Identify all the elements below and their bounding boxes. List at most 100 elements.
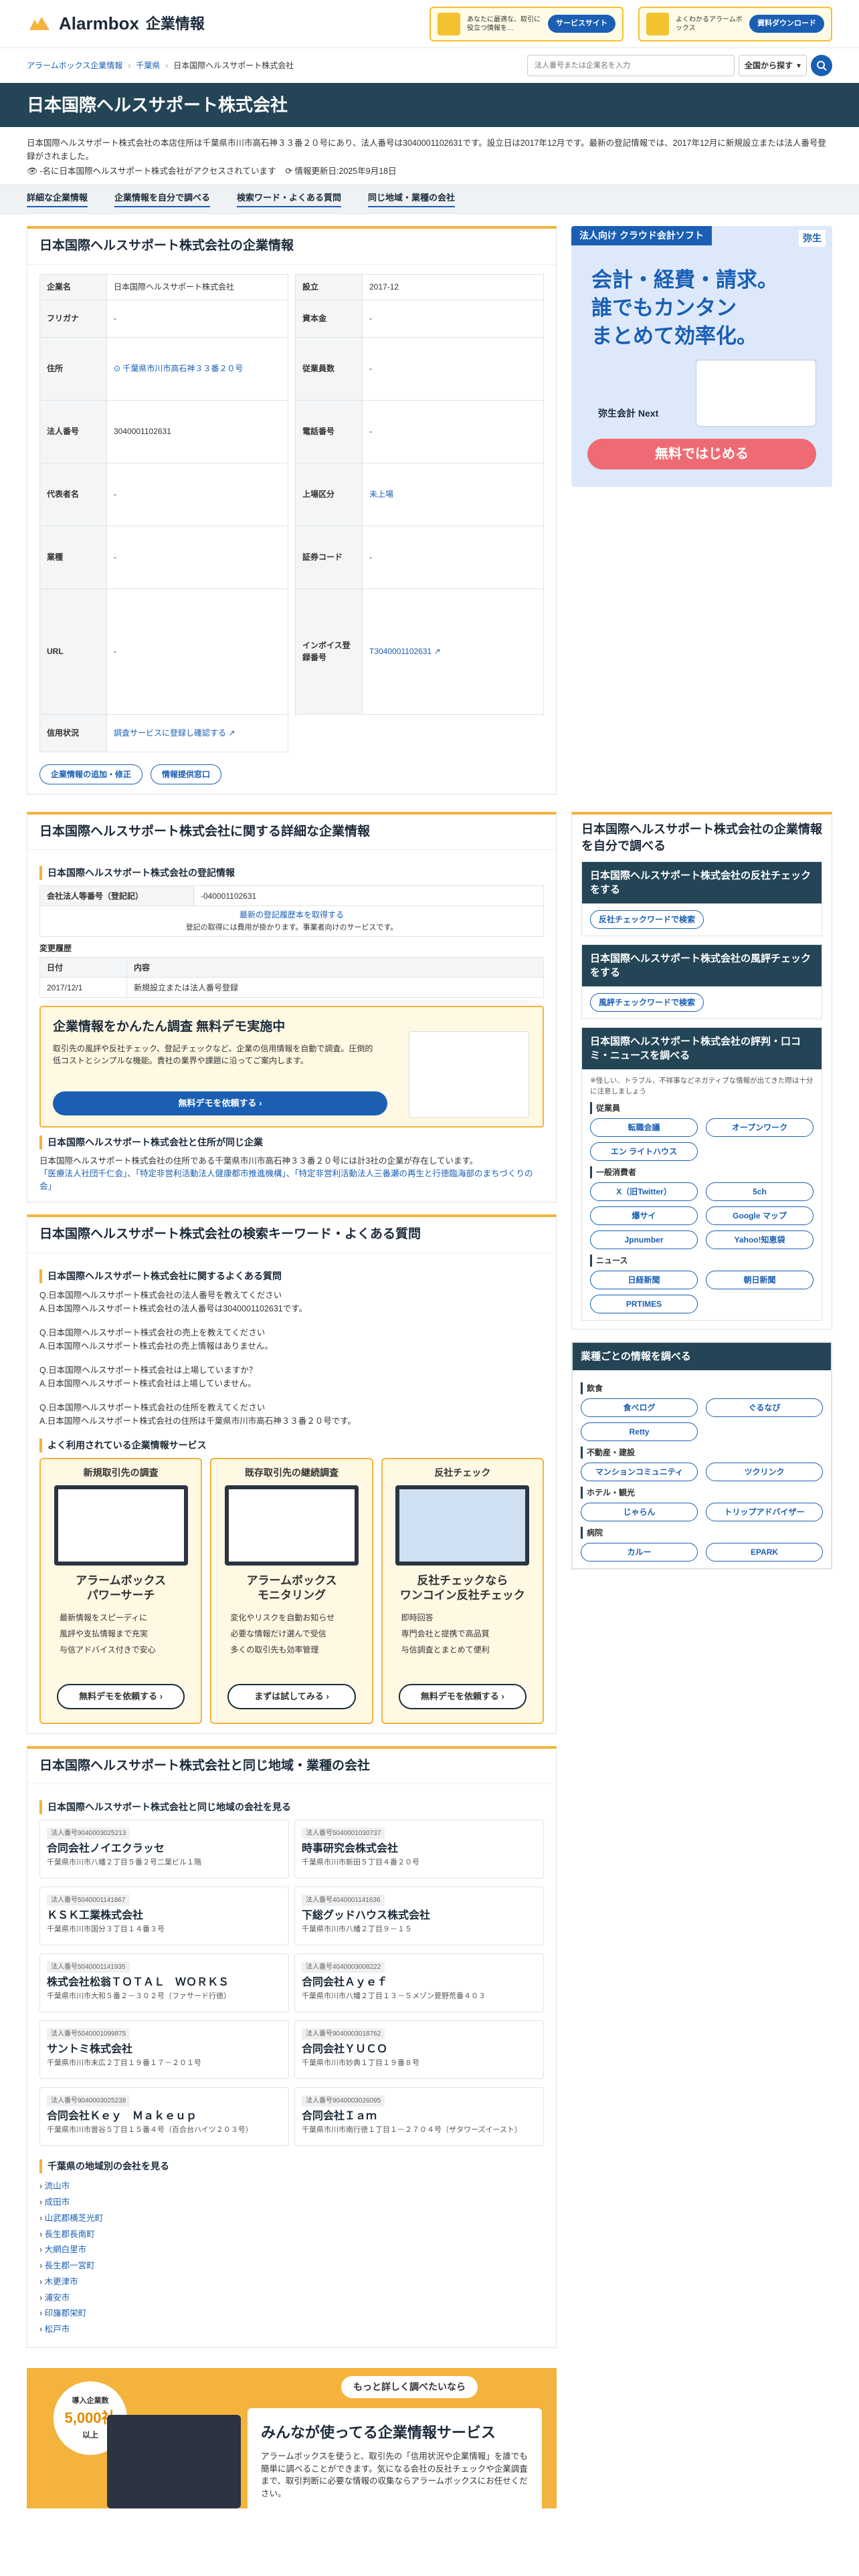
external-search-button[interactable]: Retty	[581, 1422, 698, 1442]
company-info-card: 日本国際ヘルスサポート株式会社の企業情報 企業名 日本国際ヘルスサポート株式会社 …	[27, 226, 557, 794]
external-search-button[interactable]: 朝日新聞	[706, 1271, 814, 1290]
corporate-number: 法人番号5040001141867	[47, 1895, 130, 1907]
company-name: 合同会社Ｋｅｙ Ｍａｋｅｕｐ	[47, 2111, 197, 2123]
external-search-button[interactable]: Jpnumber	[590, 1230, 698, 1250]
company-name: 合同会社Ａｙｅｆ	[302, 1977, 388, 1989]
company-name: 下総グッドハウス株式会社	[302, 1910, 431, 1922]
breadcrumb-current: 日本国際ヘルスサポート株式会社	[173, 61, 294, 70]
service-card: 既存取引先の継続調査 アラームボックス モニタリング 変化やリスクを自動お知らせ…	[210, 1457, 373, 1724]
company-name: 合同会社ノイエクラッセ	[47, 1843, 165, 1855]
company-name: 時事研究会株式会社	[302, 1843, 399, 1855]
region-link[interactable]: 流山市	[39, 2179, 544, 2195]
region-link[interactable]: 大網白里市	[39, 2242, 544, 2258]
reputation-search-button[interactable]: 風評チェックワードで検索	[590, 992, 704, 1012]
external-search-button[interactable]: トリップアドバイザー	[706, 1503, 823, 1522]
external-search-button[interactable]: じゃらん	[581, 1503, 698, 1522]
company-address: 千葉県市川市大和５番２－３０２号（ファサード行徳）	[47, 1992, 231, 2001]
company-info-table-left: 企業名 日本国際ヘルスサポート株式会社 フリガナ - 住所 ⊙ 千葉県市川市高石神３３…	[39, 274, 288, 752]
demo-request-button[interactable]: 無料デモを依頼する ›	[53, 1091, 387, 1115]
history-table: 日付 内容 2017/12/1 新規設立または法人番号登録	[39, 957, 544, 998]
listing-link[interactable]: 未上場	[369, 490, 393, 499]
external-search-button[interactable]: 日経新聞	[590, 1271, 698, 1290]
external-search-button[interactable]: X（旧Twitter）	[590, 1182, 698, 1202]
service-card: 新規取引先の調査 アラームボックス パワーサーチ 最新情報をスピーディに 風評や支…	[39, 1457, 203, 1724]
external-search-button[interactable]: 食べログ	[581, 1398, 698, 1418]
external-search-button[interactable]: EPARK	[706, 1543, 823, 1562]
yayoi-ad[interactable]: 法人向け クラウド会計ソフト 弥生 会計・経費・請求。 誰でもカンタン まとめて効率…	[571, 226, 832, 487]
intro-text: 日本国際ヘルスサポート株式会社の本店住所は千葉県市川市高石神３３番２０号にあり、…	[27, 138, 826, 161]
registry-table: 会社法人等番号（登記記） -040001102631 最新の登記履歴本を取得する登…	[39, 885, 544, 937]
company-address: 千葉県市川市八幡２丁目９－１５	[302, 1925, 412, 1934]
service-site-banner[interactable]: あなたに最適な、取引に役立つ情報を… サービスサイト	[430, 6, 624, 41]
external-search-button[interactable]: ぐるなび	[706, 1398, 823, 1418]
corporate-number: 法人番号5040001141935	[47, 1961, 130, 1973]
region-link[interactable]: 松戸市	[39, 2322, 544, 2338]
monitor-image	[395, 1485, 530, 1566]
breadcrumb: アラームボックス企業情報 › 千葉県 › 日本国際ヘルスサポート株式会社	[27, 60, 294, 72]
invoice-link[interactable]: T3040001102631 ↗	[369, 647, 441, 656]
external-search-button[interactable]: 5ch	[706, 1182, 814, 1202]
external-search-button[interactable]: Google マップ	[706, 1206, 814, 1226]
credit-check-link[interactable]: 調査サービスに登録し確認する ↗	[114, 728, 235, 738]
tab-faq[interactable]: 検索ワード・よくある質問	[237, 191, 342, 207]
service-button[interactable]: まずは試してみる ›	[227, 1683, 356, 1709]
company-list-item[interactable]: 法人番号9040003025238 合同会社Ｋｅｙ Ｍａｋｅｕｐ 千葉県市川市曽…	[39, 2087, 289, 2147]
external-search-button[interactable]: 爆サイ	[590, 1206, 698, 1226]
region-link[interactable]: 長生郡一宮町	[39, 2258, 544, 2274]
edit-company-button[interactable]: 企業情報の追加・修正	[39, 764, 143, 784]
region-link[interactable]: 長生郡長南町	[39, 2227, 544, 2243]
ad-cta-button[interactable]: 無料ではじめる	[587, 439, 816, 469]
tab-self-research[interactable]: 企業情報を自分で調べる	[114, 191, 211, 207]
company-list-item[interactable]: 法人番号5040001141935 株式会社松翁ＴＯＴＡＬ ＷＯＲＫＳ 千葉県市…	[39, 1953, 289, 2013]
service-button[interactable]: 無料デモを依頼する ›	[57, 1683, 185, 1709]
detail-card: 日本国際ヘルスサポート株式会社に関する詳細な企業情報 日本国際ヘルスサポート株式…	[27, 811, 557, 1203]
external-search-button[interactable]: PRTIMES	[590, 1295, 698, 1314]
same-address-links[interactable]: 「医療法人社団千仁会」、「特定非営利活動法人健康都市推進機構」、「特定非営利活動…	[39, 1168, 544, 1193]
external-search-button[interactable]: マンションコミュニティ	[581, 1463, 698, 1482]
external-search-button[interactable]: ツクリンク	[706, 1463, 823, 1482]
company-list-item[interactable]: 法人番号9040003025213 合同会社ノイエクラッセ 千葉県市川市八幡２丁…	[39, 1820, 289, 1879]
faq-item: Q.日本国際ヘルスサポート株式会社の住所を教えてください A.日本国際ヘルスサポ…	[39, 1402, 357, 1426]
service-card: 反社チェック 反社チェックなら ワンコイン反社チェック 即時回答 専門会社と提携で…	[381, 1457, 544, 1724]
external-search-button[interactable]: カルー	[581, 1543, 698, 1562]
report-button[interactable]: 情報提供窓口	[151, 764, 222, 784]
faq-item: Q.日本国際ヘルスサポート株式会社の売上を教えてください A.日本国際ヘルスサポ…	[39, 1327, 273, 1351]
external-search-button[interactable]: Yahoo!知恵袋	[706, 1230, 814, 1250]
region-link[interactable]: 山武郡横芝光町	[39, 2211, 544, 2227]
search-input[interactable]	[527, 55, 735, 76]
service-site-button[interactable]: サービスサイト	[548, 15, 615, 33]
search-scope-select[interactable]: 全国から探す ▾	[738, 55, 807, 76]
service-button[interactable]: 無料デモを依頼する ›	[398, 1683, 527, 1709]
company-list-item[interactable]: 法人番号4040003008222 合同会社Ａｙｅｆ 千葉県市川市八幡２丁目１３…	[294, 1953, 544, 2013]
company-address: 千葉県市川市曽谷５丁目１５番４号（百合台ハイツ２０３号）	[47, 2126, 253, 2135]
company-address: 千葉県市川市新田５丁目４番２０号	[302, 1858, 419, 1867]
site-logo[interactable]: Alarmbox 企業情報	[27, 11, 205, 37]
company-name: サントミ株式会社	[47, 2044, 133, 2056]
company-list-item[interactable]: 法人番号5040001141867 ＫＳＫ工業株式会社 千葉県市川市国分３丁目１…	[39, 1887, 289, 1946]
company-list-item[interactable]: 法人番号5040001099875 サントミ株式会社 千葉県市川市末広２丁目１９…	[39, 2020, 289, 2080]
search-button[interactable]	[811, 55, 832, 76]
external-search-button[interactable]: エン ライトハウス	[590, 1142, 698, 1162]
breadcrumb-item[interactable]: 千葉県	[136, 60, 160, 72]
registry-link[interactable]: 最新の登記履歴本を取得する	[240, 910, 344, 920]
company-list-item[interactable]: 法人番号9040003026095 合同会社Ｉａｍ 千葉県市川市南行徳１丁目１－…	[294, 2087, 544, 2147]
external-search-button[interactable]: 転職会議	[590, 1118, 698, 1138]
company-list-item[interactable]: 法人番号5040001030737 時事研究会株式会社 千葉県市川市新田５丁目４…	[294, 1820, 544, 1879]
company-list-item[interactable]: 法人番号9040003018762 合同会社ＹＵＣＯ 千葉県市川市妙典１丁目１９…	[294, 2020, 544, 2080]
tab-same-region[interactable]: 同じ地域・業種の会社	[368, 191, 456, 207]
region-link[interactable]: 木更津市	[39, 2274, 544, 2290]
antisocial-search-button[interactable]: 反社チェックワードで検索	[590, 909, 704, 929]
region-link[interactable]: 印旛郡栄町	[39, 2306, 544, 2322]
download-button[interactable]: 資料ダウンロード	[749, 15, 824, 33]
region-link[interactable]: 成田市	[39, 2195, 544, 2211]
tab-detail[interactable]: 詳細な企業情報	[27, 191, 88, 207]
same-region-card: 日本国際ヘルスサポート株式会社と同じ地域・業種の会社 日本国際ヘルスサポート株式…	[27, 1745, 557, 2348]
breadcrumb-item[interactable]: アラームボックス企業情報	[27, 60, 122, 72]
region-link[interactable]: 浦安市	[39, 2290, 544, 2306]
address-link[interactable]: ⊙ 千葉県市川市高石神３３番２０号	[114, 364, 243, 373]
industry-card: 業種ごとの情報を調べる 飲食 食べログ ぐるなび Retty 不動産・建設 マンションコ…	[571, 1341, 832, 1570]
document-download-banner[interactable]: よくわかるアラームボックス 資料ダウンロード	[638, 6, 832, 41]
external-search-button[interactable]: オープンワーク	[706, 1118, 814, 1138]
faq-item: Q.日本国際ヘルスサポート株式会社は上場していますか？ A.日本国際ヘルスサポー…	[39, 1365, 258, 1388]
company-list-item[interactable]: 法人番号4040001141636 下総グッドハウス株式会社 千葉県市川市八幡２…	[294, 1887, 544, 1946]
